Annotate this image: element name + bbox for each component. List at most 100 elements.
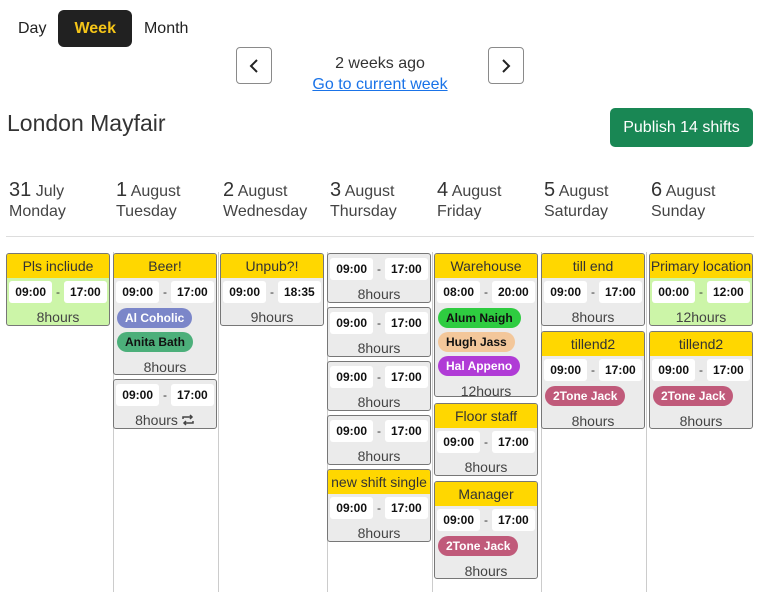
end-time[interactable]: 17:00 — [492, 509, 535, 531]
day-weekday: Friday — [437, 203, 482, 220]
shift-card[interactable]: Unpub?! 09:00-18:35 9hours — [220, 253, 324, 326]
publish-button[interactable]: Publish 14 shifts — [610, 108, 753, 147]
start-time[interactable]: 00:00 — [652, 281, 695, 303]
end-time[interactable]: 20:00 — [492, 281, 535, 303]
start-time[interactable]: 09:00 — [330, 366, 373, 388]
person-badge[interactable]: 2Tone Jack — [653, 386, 734, 406]
day-weekday: Saturday — [544, 203, 609, 220]
shift-card[interactable]: Pls incliude 09:00-17:00 8hours — [6, 253, 110, 326]
shift-hours: 8hours — [679, 413, 723, 429]
shift-title: new shift single — [328, 470, 430, 494]
repeat-icon — [182, 414, 194, 426]
end-time[interactable]: 17:00 — [599, 281, 642, 303]
end-time[interactable]: 17:00 — [385, 312, 428, 334]
person-badge[interactable]: Hugh Jass — [438, 332, 515, 352]
person-badge[interactable]: Alum Naigh — [438, 308, 521, 328]
person-badge[interactable]: Anita Bath — [117, 332, 193, 352]
end-time[interactable]: 17:00 — [707, 359, 750, 381]
day-month: August — [558, 183, 609, 200]
tab-day[interactable]: Day — [6, 10, 58, 47]
shift-card[interactable]: tillend2 09:00-17:00 2Tone Jack 8hours — [649, 331, 753, 429]
end-time[interactable]: 17:00 — [64, 281, 107, 303]
day-header-saturday: 5 August Saturday — [544, 180, 609, 222]
end-time[interactable]: 12:00 — [707, 281, 750, 303]
shift-card[interactable]: new shift single 09:00-17:00 8hours — [327, 469, 431, 542]
shift-times: 09:00-17:00 — [114, 280, 216, 304]
chevron-left-icon — [249, 58, 258, 73]
start-time[interactable]: 09:00 — [9, 281, 52, 303]
end-time[interactable]: 17:00 — [385, 258, 428, 280]
shift-card[interactable]: tillend2 09:00-17:00 2Tone Jack 8hours — [541, 331, 645, 429]
shift-hours: 8hours — [135, 412, 178, 428]
day-month: August — [451, 183, 502, 200]
end-time[interactable]: 17:00 — [171, 384, 214, 406]
end-time[interactable]: 17:00 — [492, 431, 535, 453]
end-time[interactable]: 17:00 — [385, 497, 428, 519]
shift-hours-row: 8hours — [114, 410, 216, 428]
day-weekday: Monday — [9, 203, 66, 220]
shift-card[interactable]: till end 09:00-17:00 8hours — [541, 253, 645, 326]
shift-card[interactable]: Floor staff 09:00-17:00 8hours — [434, 403, 538, 476]
day-number: 6 — [651, 179, 663, 201]
start-time[interactable]: 09:00 — [116, 384, 159, 406]
day-number: 2 — [223, 179, 235, 201]
day-column-thursday: 09:00-17:00 8hours 09:00-17:00 8hours 09… — [327, 252, 433, 592]
end-time[interactable]: 17:00 — [599, 359, 642, 381]
start-time[interactable]: 09:00 — [437, 509, 480, 531]
shift-card[interactable]: 09:00-17:00 8hours — [327, 415, 431, 465]
shift-card[interactable]: Primary location 00:00-12:00 12hours — [649, 253, 753, 326]
person-badge[interactable]: 2Tone Jack — [545, 386, 626, 406]
shift-hours: 8hours — [357, 340, 401, 356]
day-month: August — [237, 183, 288, 200]
shift-title: Floor staff — [435, 404, 537, 428]
shift-card[interactable]: 09:00-17:00 8hours — [327, 361, 431, 411]
day-number: 3 — [330, 179, 342, 201]
shift-times: 09:00-17:00 — [7, 280, 109, 304]
shift-card[interactable]: 09:00-17:00 8hours — [113, 379, 217, 429]
shift-title: Unpub?! — [221, 254, 323, 278]
start-time[interactable]: 09:00 — [437, 431, 480, 453]
shift-hours: 8hours — [571, 309, 615, 325]
shift-times: 09:00-17:00 — [328, 419, 430, 443]
start-time[interactable]: 09:00 — [330, 312, 373, 334]
start-time[interactable]: 08:00 — [437, 281, 480, 303]
shift-card[interactable]: 09:00-17:00 8hours — [327, 253, 431, 303]
start-time[interactable]: 09:00 — [544, 281, 587, 303]
end-time[interactable]: 17:00 — [171, 281, 214, 303]
shift-card[interactable]: 09:00-17:00 8hours — [327, 307, 431, 357]
person-badge[interactable]: Hal Appeno — [438, 356, 521, 376]
current-week-link[interactable]: Go to current week — [280, 76, 480, 94]
shift-times: 09:00-17:00 — [328, 257, 430, 281]
shift-card[interactable]: Warehouse 08:00-20:00 Alum Naigh Hugh Ja… — [434, 253, 538, 397]
shift-title: Primary location — [650, 254, 752, 278]
start-time[interactable]: 09:00 — [330, 258, 373, 280]
start-time[interactable]: 09:00 — [652, 359, 695, 381]
day-month: August — [130, 183, 181, 200]
shift-hours: 8hours — [357, 286, 401, 302]
tab-week[interactable]: Week — [58, 10, 132, 47]
shift-card[interactable]: Beer! 09:00-17:00 Al Coholic Anita Bath … — [113, 253, 217, 375]
location-title: London Mayfair — [7, 110, 166, 136]
shift-hours: 12hours — [675, 309, 727, 325]
start-time[interactable]: 09:00 — [116, 281, 159, 303]
start-time[interactable]: 09:00 — [544, 359, 587, 381]
start-time[interactable]: 09:00 — [223, 281, 266, 303]
person-badge[interactable]: 2Tone Jack — [438, 536, 519, 556]
end-time[interactable]: 18:35 — [278, 281, 321, 303]
tab-month[interactable]: Month — [132, 10, 200, 47]
day-weekday: Thursday — [330, 203, 397, 220]
day-header-friday: 4 August Friday — [437, 180, 502, 222]
start-time[interactable]: 09:00 — [330, 420, 373, 442]
previous-week-button[interactable] — [236, 47, 272, 84]
next-week-button[interactable] — [488, 47, 524, 84]
day-header-thursday: 3 August Thursday — [330, 180, 397, 222]
end-time[interactable]: 17:00 — [385, 420, 428, 442]
shift-card[interactable]: Manager 09:00-17:00 2Tone Jack 8hours — [434, 481, 538, 579]
assigned-people: 2Tone Jack — [542, 382, 644, 408]
shift-hours: 8hours — [357, 394, 401, 410]
day-number: 1 — [116, 179, 128, 201]
person-badge[interactable]: Al Coholic — [117, 308, 193, 328]
start-time[interactable]: 09:00 — [330, 497, 373, 519]
shift-times: 09:00-17:00 — [328, 311, 430, 335]
end-time[interactable]: 17:00 — [385, 366, 428, 388]
